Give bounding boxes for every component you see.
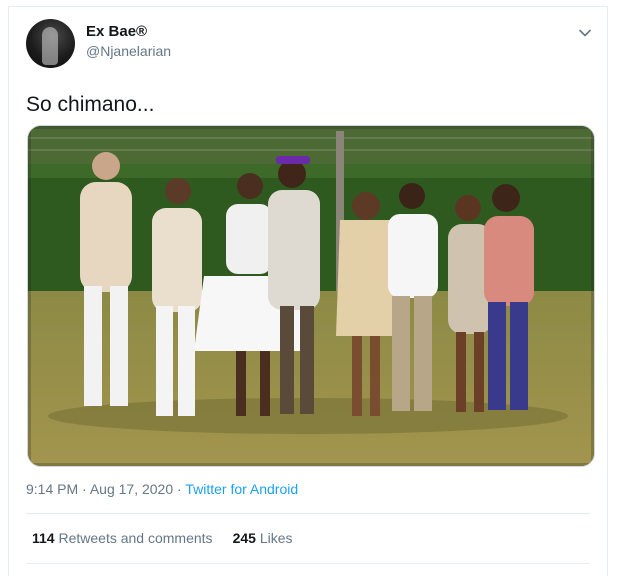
divider bbox=[26, 513, 590, 514]
chevron-down-icon[interactable] bbox=[577, 25, 593, 41]
retweets-stat[interactable]: 114 Retweets and comments bbox=[32, 530, 213, 546]
meta-separator-2: · bbox=[177, 481, 182, 497]
meta-separator: · bbox=[82, 481, 87, 497]
tweet-time[interactable]: 9:14 PM bbox=[26, 481, 78, 497]
tweet-date[interactable]: Aug 17, 2020 bbox=[90, 481, 173, 497]
avatar[interactable] bbox=[26, 19, 75, 68]
likes-stat[interactable]: 245 Likes bbox=[233, 530, 293, 546]
tweet-stats: 114 Retweets and comments 245 Likes bbox=[32, 530, 293, 546]
divider-bottom bbox=[26, 563, 590, 564]
tweet-card: Ex Bae® @Njanelarian So chimano... 9:14 … bbox=[8, 6, 608, 576]
retweets-count: 114 bbox=[32, 530, 55, 546]
tweet-photo[interactable] bbox=[27, 125, 595, 467]
likes-label: Likes bbox=[259, 530, 293, 546]
tweet-text: So chimano... bbox=[26, 93, 155, 116]
display-name[interactable]: Ex Bae® bbox=[86, 23, 147, 40]
retweets-label: Retweets and comments bbox=[58, 530, 213, 546]
tweet-metadata: 9:14 PM · Aug 17, 2020 · Twitter for And… bbox=[26, 481, 298, 497]
tweet-source-link[interactable]: Twitter for Android bbox=[185, 481, 298, 497]
user-handle[interactable]: @Njanelarian bbox=[86, 43, 171, 59]
avatar-figure bbox=[42, 27, 58, 65]
likes-count: 245 bbox=[232, 530, 256, 546]
